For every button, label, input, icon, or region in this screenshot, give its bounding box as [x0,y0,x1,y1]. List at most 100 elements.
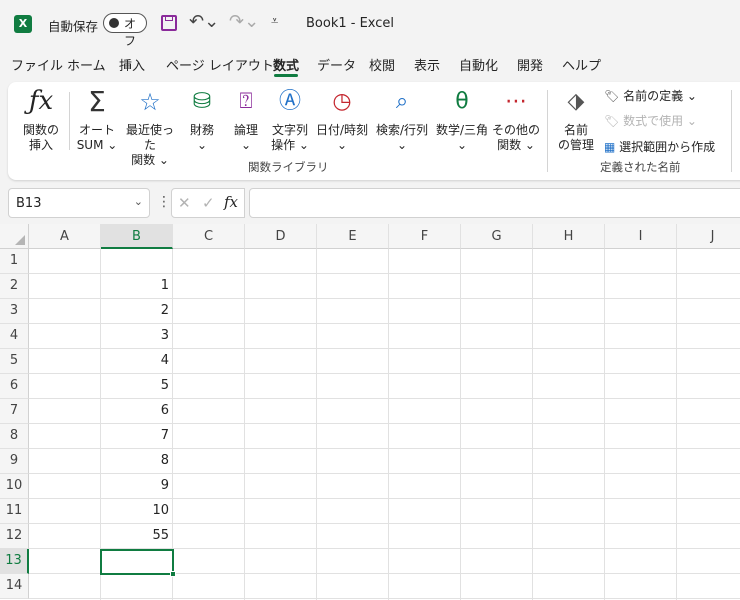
cell-b5[interactable]: 4 [101,349,173,374]
customize-qat-icon[interactable]: ⩡ [271,14,278,29]
tab-file[interactable]: ファイル [11,55,63,74]
column-header-e[interactable]: E [317,224,389,249]
cell-b2[interactable]: 1 [101,274,173,299]
column-header-a[interactable]: A [29,224,101,249]
tag-disabled-icon: 🏷︎ [604,114,620,128]
column-header-b[interactable]: B [101,224,173,249]
autosave-label: 自動保存 [48,19,99,34]
sigma-icon: Σ [88,85,106,118]
tab-data[interactable]: データ [317,55,356,74]
column-header-c[interactable]: C [173,224,245,249]
autosave-state: オフ [124,17,137,48]
cell-b12[interactable]: 55 [101,524,173,549]
financial-label-2: ⌄ [196,138,208,152]
math-trig-label-2: ⌄ [456,138,468,152]
row-header-7[interactable]: 7 [0,399,29,424]
row-header-5[interactable]: 5 [0,349,29,374]
cell-b3[interactable]: 2 [101,299,173,324]
grid-create-icon: ▦ [604,140,616,154]
autosum-button[interactable]: Σ オート SUM ⌄ [74,87,120,153]
math-trig-button[interactable]: θ 数学/三角 ⌄ [433,87,491,153]
redo-icon[interactable]: ↷⌄ [229,11,259,32]
insert-function-label: 関数の [22,123,59,137]
cell-b8[interactable]: 7 [101,424,173,449]
date-time-label: 日付/時刻 [315,123,369,137]
column-header-h[interactable]: H [533,224,605,249]
cell-b10[interactable]: 9 [101,474,173,499]
tab-page-layout[interactable]: ページ レイアウト [166,55,274,74]
use-in-formula-button[interactable]: 🏷︎ 数式で使用 ⌄ [604,112,697,129]
excel-logo-icon: X [14,15,32,33]
create-from-selection-button[interactable]: ▦ 選択範囲から作成 [604,138,715,155]
cell-b14[interactable] [101,574,173,599]
more-options-icon[interactable]: ⋮ [157,194,171,210]
row-header-8[interactable]: 8 [0,424,29,449]
recently-used-label-2: 関数 ⌄ [131,153,169,167]
chevron-down-icon[interactable]: ⌄ [134,195,143,208]
tag-icon: 🏷︎ [604,89,620,103]
question-book-icon: ⍰ [239,89,253,114]
select-all-corner[interactable] [0,224,29,249]
save-icon[interactable] [161,15,177,31]
function-library-group-label: 関数ライブラリ [248,160,329,174]
date-time-button[interactable]: ◷ 日付/時刻 ⌄ [313,87,371,153]
enter-icon[interactable]: ✓ [202,194,215,212]
column-header-j[interactable]: J [677,224,740,249]
fill-handle[interactable] [170,571,176,577]
cell-b7[interactable]: 6 [101,399,173,424]
tab-automate[interactable]: 自動化 [459,55,498,74]
name-manager-button[interactable]: ⬗ 名前 の管理 [555,87,597,153]
row-header-1[interactable]: 1 [0,249,29,274]
lookup-label-2: ⌄ [396,138,408,152]
text-label-2: 操作 ⌄ [271,138,309,152]
more-functions-button[interactable]: ⋯ その他の 関数 ⌄ [492,87,540,153]
row-header-14[interactable]: 14 [0,574,29,599]
cell-b6[interactable]: 5 [101,374,173,399]
row-header-13[interactable]: 13 [0,549,29,574]
text-button[interactable]: Ⓐ 文字列 操作 ⌄ [268,87,312,153]
column-header-i[interactable]: I [605,224,677,249]
active-cell-selection[interactable] [100,549,174,575]
row-header-3[interactable]: 3 [0,299,29,324]
cell-b9[interactable]: 8 [101,449,173,474]
tab-help[interactable]: ヘルプ [562,55,601,74]
define-name-label: 名前の定義 ⌄ [623,89,697,103]
cell-b1[interactable] [101,249,173,274]
ribbon-divider [69,92,70,150]
row-header-9[interactable]: 9 [0,449,29,474]
column-header-f[interactable]: F [389,224,461,249]
name-box-value: B13 [16,196,42,211]
row-header-12[interactable]: 12 [0,524,29,549]
magnifier-book-icon: ⌕ [395,89,409,114]
financial-button[interactable]: ⛁ 財務 ⌄ [183,87,221,153]
tab-review[interactable]: 校閲 [369,55,395,74]
autosave-toggle[interactable]: オフ [103,13,147,48]
row-header-4[interactable]: 4 [0,324,29,349]
row-header-2[interactable]: 2 [0,274,29,299]
formula-input[interactable] [249,188,740,218]
document-title: Book1 - Excel [306,16,395,31]
name-box[interactable]: B13 ⌄ [8,188,150,218]
row-header-11[interactable]: 11 [0,499,29,524]
cell-b4[interactable]: 3 [101,324,173,349]
logical-button[interactable]: ⍰ 論理 ⌄ [227,87,265,153]
column-header-d[interactable]: D [245,224,317,249]
tab-developer[interactable]: 開発 [517,55,543,74]
recently-used-button[interactable]: ☆ 最近使った 関数 ⌄ [121,87,179,168]
tab-insert[interactable]: 挿入 [119,55,145,74]
tab-home[interactable]: ホーム [67,55,106,74]
tab-formulas[interactable]: 数式 [273,55,299,74]
recently-used-label: 最近使った [125,123,174,152]
row-header-10[interactable]: 10 [0,474,29,499]
define-name-button[interactable]: 🏷︎ 名前の定義 ⌄ [604,87,697,104]
cancel-icon[interactable]: ✕ [178,194,191,212]
lookup-reference-button[interactable]: ⌕ 検索/行列 ⌄ [373,87,431,153]
insert-function-button[interactable]: ƒx 関数の 挿入 [20,87,62,153]
row-header-6[interactable]: 6 [0,374,29,399]
cell-b11[interactable]: 10 [101,499,173,524]
insert-function-icon[interactable]: fx [224,193,238,211]
theta-book-icon: θ [455,89,469,114]
undo-icon[interactable]: ↶⌄ [189,11,219,32]
tab-view[interactable]: 表示 [414,55,440,74]
column-header-g[interactable]: G [461,224,533,249]
